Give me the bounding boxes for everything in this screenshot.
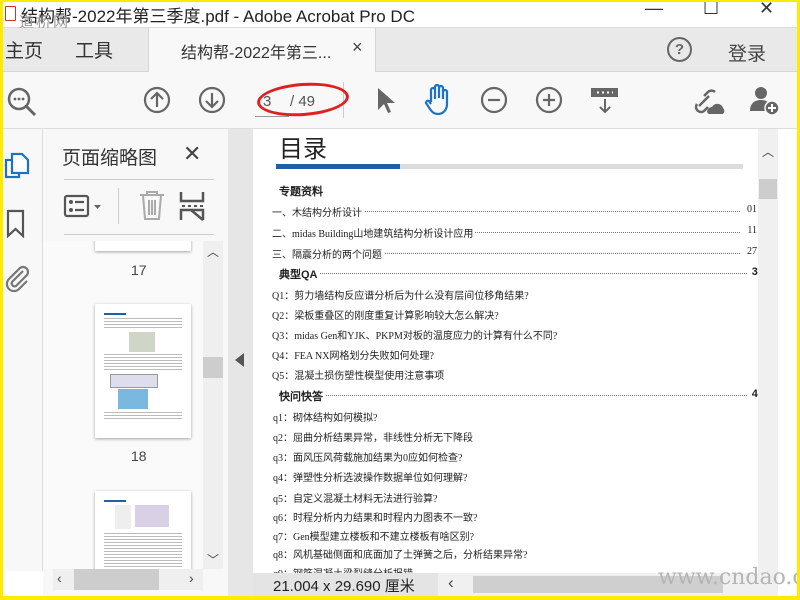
bookmarks-icon[interactable]: [6, 209, 26, 239]
zoom-in-icon[interactable]: [535, 86, 563, 114]
window-title: 结构帮-2022年第三季度.pdf - Adobe Acrobat Pro DC: [21, 7, 415, 26]
panel-collapse-strip[interactable]: [228, 129, 253, 596]
toc-entry-text: 典型QA: [279, 266, 320, 282]
close-tab-button[interactable]: ×: [352, 37, 363, 58]
toc-page-number: 27: [747, 246, 757, 257]
scroll-right-arrow-icon[interactable]: ›: [189, 570, 194, 586]
scroll-up-arrow-icon[interactable]: ︿: [762, 143, 774, 160]
thumbnail-vertical-scrollbar[interactable]: ︿ ﹀: [203, 241, 223, 569]
leader-dots: [279, 395, 747, 396]
document-tab-label: 结构帮-2022年第三...: [181, 45, 332, 62]
tab-home[interactable]: 主页: [5, 36, 43, 63]
thumbnail-page-number: 18: [131, 448, 147, 464]
toc-entry-text: Q4：FEA NX网格划分失败如何处理?: [272, 347, 436, 362]
login-button[interactable]: 登录: [728, 39, 766, 66]
toc-entry-text: q8：风机基础侧面和底面加了土弹簧之后，分析结果异常?: [273, 546, 530, 561]
site-watermark: www.cndao.com: [658, 565, 797, 590]
toc-entry-text: 快问快答: [279, 388, 325, 404]
document-page: 目录 专题资料一、木结构分析设计 01 二、midas Building山地建筑结构…: [253, 129, 758, 573]
scroll-down-arrow-icon[interactable]: ﹀: [207, 551, 219, 568]
maximize-button[interactable]: ☐: [703, 2, 719, 19]
page-input-underline: [255, 116, 289, 117]
toc-page-number: 01: [747, 204, 757, 215]
page-thumbnails-icon[interactable]: [4, 151, 30, 181]
toc-entry-text: 二、midas Building山地建筑结构分析设计应用: [272, 225, 476, 240]
collapse-arrow-icon[interactable]: [235, 353, 245, 367]
scrollbar-thumb[interactable]: [203, 357, 223, 378]
delete-page-icon[interactable]: [138, 190, 166, 222]
toc-entry-text: q6：时程分析内力结果和时程内力图表不一致?: [273, 509, 480, 524]
toc-entry-text: 一、木结构分析设计: [272, 204, 364, 219]
heading-rule: [400, 164, 743, 169]
thumbnail-options-icon[interactable]: [63, 193, 107, 221]
thumbnail-horizontal-scrollbar[interactable]: ‹ ›: [53, 569, 203, 590]
toolbar: 3 / 49: [3, 72, 797, 129]
page-up-icon[interactable]: [143, 86, 171, 114]
acrobat-window: 结构帮-2022年第三季度.pdf - Adobe Acrobat Pro DC…: [3, 2, 797, 596]
toc-entry-text: Q2：梁板重叠区的刚度重复计算影响较大怎么解决?: [272, 307, 501, 322]
page-dimensions: 21.004 x 29.690 厘米: [273, 578, 415, 595]
toc-entry-text: q3：面风压风荷载施加结果为0应如何检查?: [273, 449, 465, 464]
hand-tool-icon[interactable]: [423, 84, 455, 118]
leader-dots: [279, 273, 747, 274]
toolbar-divider: [118, 188, 119, 224]
scroll-left-arrow-icon[interactable]: ‹: [57, 570, 62, 586]
toc-entry-text: Q5：混凝土损伤塑性模型使用注意事项: [272, 367, 447, 382]
toc-entry-text: q4：弹塑性分析选波操作数据单位如何理解?: [273, 469, 470, 484]
document-vertical-scrollbar[interactable]: ︿: [758, 129, 778, 573]
tab-tools[interactable]: 工具: [75, 36, 113, 63]
scroll-up-arrow-icon[interactable]: ︿: [207, 243, 219, 260]
toc-heading: 目录: [279, 136, 327, 163]
toc-entry-text: Q3：midas Gen和YJK、PKPM对板的温度应力的计算有什么不同?: [272, 327, 560, 342]
insert-page-icon[interactable]: [179, 190, 205, 222]
page-fit-icon[interactable]: [590, 87, 620, 115]
minimize-button[interactable]: —: [645, 2, 663, 19]
toc-entry-text: 三、隔震分析的两个问题: [272, 246, 384, 261]
tab-bar: 主页 工具 结构帮-2022年第三... × ? 登录: [3, 28, 797, 72]
page-down-icon[interactable]: [198, 86, 226, 114]
thumbnails-panel: 页面缩略图 ✕ 17 18 ︿ ﹀ ‹ ›: [43, 129, 228, 596]
navigation-rail: [3, 129, 43, 571]
page-thumbnail[interactable]: [95, 241, 191, 251]
tab-document[interactable]: 结构帮-2022年第三... ×: [148, 28, 376, 72]
toc-entry-text: q5：自定义混凝土材料无法进行验算?: [273, 490, 440, 505]
add-user-icon[interactable]: [749, 85, 781, 117]
toc-entry-text: q1：砌体结构如何模拟?: [273, 409, 380, 424]
heading-accent-bar: [276, 164, 400, 169]
scrollbar-thumb[interactable]: [74, 569, 159, 590]
share-link-icon[interactable]: [693, 86, 727, 116]
title-bar: 结构帮-2022年第三季度.pdf - Adobe Acrobat Pro DC…: [3, 2, 797, 31]
toc-entry-text: q7：Gen模型建立楼板和不建立楼板有啥区别?: [273, 528, 477, 543]
page-thumbnail[interactable]: [95, 304, 191, 438]
thumbnail-list: 17 18 19: [43, 241, 223, 569]
toc-entry-text: q2：屈曲分析结果异常，非线性分析无下降段: [273, 429, 475, 444]
panel-title: 页面缩略图: [62, 148, 158, 169]
scroll-left-arrow-icon[interactable]: ‹: [448, 573, 454, 593]
thumbnail-page-number: 17: [131, 262, 147, 278]
help-icon[interactable]: ?: [667, 37, 692, 62]
toc-entry-text: q9：钢筋混凝土梁裂缝分析报错: [273, 565, 415, 573]
search-more-icon[interactable]: [6, 86, 38, 118]
toc-page-number: 11: [747, 225, 757, 236]
close-window-button[interactable]: ✕: [759, 2, 774, 19]
panel-divider: [64, 234, 214, 235]
scrollbar-thumb[interactable]: [759, 179, 777, 199]
toc-entry-text: Q1：剪力墙结构反应谱分析后为什么没有层间位移角结果?: [272, 287, 531, 302]
attachments-icon[interactable]: [4, 263, 30, 293]
close-panel-button[interactable]: ✕: [183, 141, 201, 167]
page-thumbnail[interactable]: [95, 491, 191, 569]
panel-divider: [64, 179, 214, 180]
toc-entry-text: 专题资料: [279, 183, 325, 199]
pdf-file-icon: [5, 6, 16, 21]
zoom-out-icon[interactable]: [480, 86, 508, 114]
select-cursor-icon[interactable]: [375, 86, 395, 116]
